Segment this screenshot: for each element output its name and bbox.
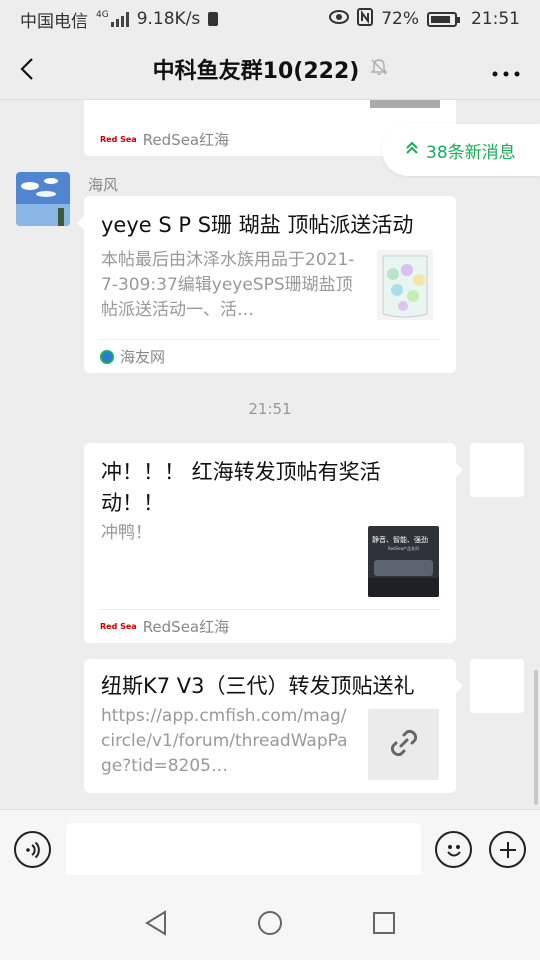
bell-off-icon [369, 57, 389, 81]
status-right: 72% 21:51 [329, 7, 520, 31]
title-wrap: 中科鱼友群10(222) [153, 53, 390, 85]
voice-icon[interactable] [14, 831, 51, 868]
redsea-logo-icon: Red Sea [100, 622, 137, 631]
card-thumb [370, 100, 440, 108]
chat-area[interactable]: Red Sea RedSea红海 38条新消息 海风 yeye S P S珊 瑚… [0, 100, 540, 809]
card-desc: 本帖最后由沐泽水族用品于2021-7-309:37编辑yeyeSPS珊瑚盐顶帖派… [101, 250, 355, 320]
nfc-icon [357, 7, 374, 31]
new-messages-label: 38条新消息 [426, 142, 516, 163]
card-source: RedSea红海 [142, 130, 230, 149]
link-card[interactable]: yeye S P S珊 瑚盐 顶帖派送活动 本帖最后由沐泽水族用品于2021-7… [77, 196, 456, 373]
scrollbar[interactable] [534, 670, 538, 805]
network-label: 4G [96, 10, 109, 20]
card-source: RedSea红海 [142, 618, 230, 636]
message-input[interactable] [66, 823, 421, 875]
own-avatar[interactable] [470, 443, 524, 497]
speed-label: 9.18K/s [136, 9, 201, 29]
double-chevron-up-icon [406, 140, 418, 160]
avatar[interactable] [16, 172, 70, 226]
card-title: 纽斯K7 V3（三代）转发顶贴送礼 [101, 674, 415, 698]
emoji-icon[interactable] [435, 831, 472, 868]
card-desc: 冲鸭！ [101, 523, 152, 543]
chat-screen: 中国电信 4G 9.18K/s 72% 21:51 中科鱼友群10(222) R… [0, 0, 540, 960]
card-thumb [377, 250, 433, 320]
more-dots-icon[interactable] [492, 54, 520, 84]
thumb-text: 静音、智能、强劲 [372, 536, 428, 544]
sim-icon [208, 12, 219, 26]
plus-icon[interactable] [489, 831, 526, 868]
card-footer: Red Sea RedSea红海 [100, 609, 440, 643]
link-card[interactable]: 冲！！！ 红海转发顶帖有奖活动！！ 冲鸭！ 静音、智能、强劲 RedSea产品系… [84, 443, 463, 643]
card-thumb [368, 709, 439, 780]
link-icon [387, 726, 421, 764]
link-card[interactable]: 纽斯K7 V3（三代）转发顶贴送礼 https://app.cmfish.com… [84, 659, 463, 793]
thumb-base [368, 578, 439, 597]
card-source: 海友网 [120, 348, 166, 366]
navigation-bar [0, 889, 540, 960]
input-bar [0, 809, 540, 889]
own-avatar[interactable] [470, 659, 524, 713]
card-thumb: 静音、智能、强劲 RedSea产品系列 [368, 526, 439, 597]
card-title: yeye S P S珊 瑚盐 顶帖派送活动 [101, 213, 414, 237]
status-bar: 中国电信 4G 9.18K/s 72% 21:51 [0, 0, 540, 38]
thumb-product [374, 560, 433, 576]
new-messages-button[interactable]: 38条新消息 [382, 124, 540, 176]
thumb-subtext: RedSea产品系列 [388, 546, 420, 551]
status-left: 中国电信 4G 9.18K/s [20, 7, 219, 32]
battery-icon [427, 11, 460, 27]
chevron-left-icon[interactable] [20, 54, 50, 84]
carrier-label: 中国电信 [20, 11, 88, 32]
chat-title: 中科鱼友群10(222) [152, 58, 360, 84]
card-title: 冲！！！ 红海转发顶帖有奖活动！！ [101, 460, 381, 515]
card-desc: https://app.cmfish.com/mag/circle/v1/for… [101, 706, 348, 776]
signal-icon [110, 11, 129, 27]
square-recent-icon[interactable] [372, 911, 396, 939]
circle-home-icon[interactable] [257, 910, 283, 940]
redsea-logo-icon: Red Sea [100, 134, 137, 144]
eye-icon [329, 9, 350, 29]
sender-name: 海风 [88, 176, 119, 194]
clock: 21:51 [471, 9, 520, 29]
time-divider: 21:51 [248, 400, 292, 418]
chat-header: 中科鱼友群10(222) [0, 38, 540, 100]
haiyou-logo-icon [100, 349, 114, 364]
card-footer: 海友网 [100, 339, 440, 373]
battery-percent: 72% [381, 9, 419, 29]
triangle-back-icon[interactable] [144, 909, 168, 940]
